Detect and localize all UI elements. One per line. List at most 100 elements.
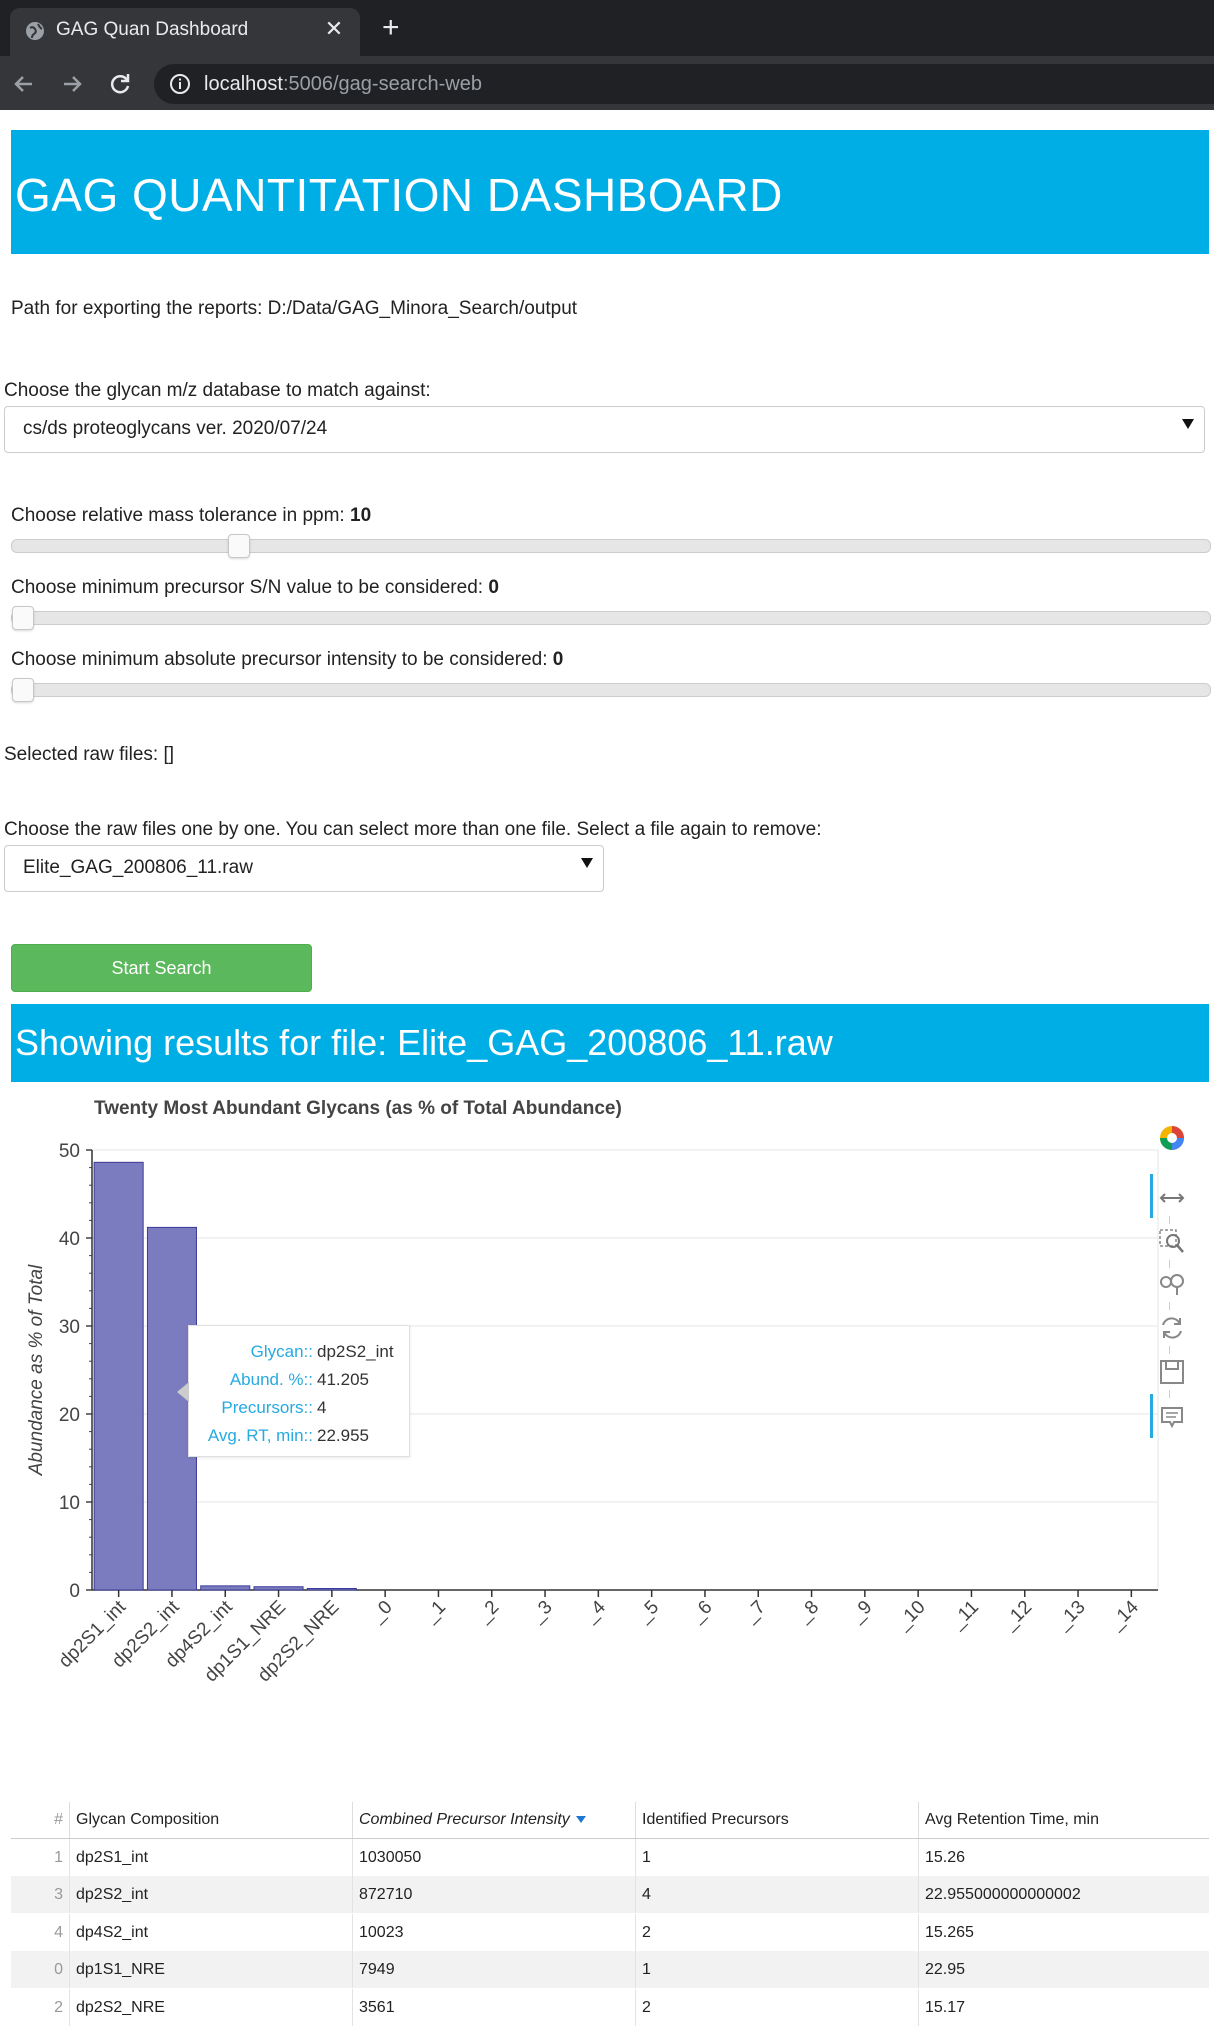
table-header: # Glycan Composition Combined Precursor … xyxy=(11,1802,1209,1839)
table-cell[interactable]: 7949 xyxy=(352,1951,635,1989)
box-zoom-icon[interactable] xyxy=(1158,1228,1186,1256)
table-cell[interactable]: 2 xyxy=(635,1988,918,2026)
new-tab-icon[interactable]: + xyxy=(382,13,400,43)
table-cell[interactable]: 15.265 xyxy=(918,1913,1209,1951)
x-tick-label: _9 xyxy=(846,1597,877,1628)
ppm-tolerance-slider[interactable] xyxy=(11,534,1211,558)
table-row[interactable]: 3 dp2S2_int 872710 4 22.955000000000002 xyxy=(11,1876,1209,1914)
results-title: Showing results for file: Elite_GAG_2008… xyxy=(15,1022,833,1063)
intensity-threshold-value: 0 xyxy=(552,649,564,670)
intensity-threshold-slider-handle[interactable] xyxy=(12,678,34,702)
ppm-tolerance-slider-handle[interactable] xyxy=(228,534,251,558)
column-header-precursors[interactable]: Identified Precursors xyxy=(635,1802,918,1838)
tooltip-row: Precursors:: 4 xyxy=(221,1398,327,1417)
table-cell[interactable]: 15.17 xyxy=(918,1988,1209,2026)
x-tick-label: _5 xyxy=(633,1597,664,1628)
column-header-index[interactable]: # xyxy=(11,1802,69,1838)
table-cell[interactable]: 1 xyxy=(635,1951,918,1989)
table-cell[interactable]: dp2S2_int xyxy=(69,1876,352,1914)
database-label: Choose the glycan m/z database to match … xyxy=(4,380,431,401)
x-tick-label: _13 xyxy=(1052,1597,1090,1635)
table-row[interactable]: 0 dp1S1_NRE 7949 1 22.95 xyxy=(11,1951,1209,1989)
y-tick-label: 40 xyxy=(59,1229,80,1250)
reload-icon[interactable] xyxy=(104,68,136,100)
x-tick-label: _11 xyxy=(946,1597,983,1634)
row-index-cell[interactable]: 2 xyxy=(11,1989,69,2026)
forward-icon[interactable] xyxy=(56,68,88,100)
tool-separator xyxy=(1169,1216,1170,1224)
ppm-tolerance-value: 10 xyxy=(350,505,372,526)
back-icon[interactable] xyxy=(8,68,40,100)
color-wheel-icon[interactable] xyxy=(1158,1124,1186,1152)
row-index-cell[interactable]: 0 xyxy=(11,1951,69,1988)
sn-threshold-slider-handle[interactable] xyxy=(12,606,34,630)
chevron-down-icon xyxy=(1182,419,1194,429)
reset-icon[interactable] xyxy=(1158,1314,1186,1342)
table-row[interactable]: 1 dp2S1_int 1030050 1 15.26 xyxy=(11,1839,1209,1876)
browser-tab[interactable]: GAG Quan Dashboard ✕ xyxy=(10,8,360,56)
table-cell[interactable]: 22.95 xyxy=(918,1951,1209,1989)
sort-desc-icon xyxy=(575,1816,586,1824)
table-cell[interactable]: 872710 xyxy=(352,1876,635,1914)
export-path-text: Path for exporting the reports: D:/Data/… xyxy=(11,298,578,319)
address-bar[interactable]: localhost:5006/gag-search-web xyxy=(154,64,1214,104)
x-tick-label: _0 xyxy=(366,1597,397,1628)
y-tick-label: 10 xyxy=(59,1493,80,1514)
hover-icon[interactable] xyxy=(1158,1404,1186,1432)
pan-icon[interactable] xyxy=(1158,1184,1186,1212)
active-tool-indicator xyxy=(1150,1394,1153,1438)
tooltip-pointer xyxy=(177,1382,189,1402)
raw-files-label: Choose the raw files one by one. You can… xyxy=(4,819,822,840)
table-cell[interactable]: dp4S2_int xyxy=(69,1913,352,1951)
x-tick-label: _3 xyxy=(526,1597,557,1628)
save-icon[interactable] xyxy=(1158,1358,1186,1386)
database-select[interactable]: cs/ds proteoglycans ver. 2020/07/24 xyxy=(4,406,1205,453)
table-cell[interactable]: 2 xyxy=(635,1913,918,1951)
x-tick-label: _2 xyxy=(473,1597,504,1628)
column-header-retention[interactable]: Avg Retention Time, min xyxy=(918,1802,1209,1838)
y-tick-label: 30 xyxy=(59,1317,80,1338)
column-header-glycan[interactable]: Glycan Composition xyxy=(69,1802,352,1838)
bar xyxy=(200,1585,251,1591)
x-tick-label: _12 xyxy=(998,1597,1036,1635)
tool-separator xyxy=(1169,1302,1170,1310)
table-cell[interactable]: 15.26 xyxy=(918,1839,1209,1876)
info-icon[interactable] xyxy=(168,72,192,96)
raw-file-select[interactable]: Elite_GAG_200806_11.raw xyxy=(4,845,604,892)
url-text: localhost:5006/gag-search-web xyxy=(204,73,482,95)
x-tick-label: _14 xyxy=(1105,1596,1143,1634)
page-title: GAG QUANTITATION DASHBOARD xyxy=(15,169,783,221)
active-tool-indicator xyxy=(1150,1174,1153,1218)
bar xyxy=(306,1588,357,1591)
y-tick-label: 20 xyxy=(59,1405,80,1426)
sn-threshold-slider[interactable] xyxy=(11,606,1211,630)
start-search-button[interactable]: Start Search xyxy=(11,944,312,992)
table-row[interactable]: 4 dp4S2_int 10023 2 15.265 xyxy=(11,1913,1209,1951)
sn-threshold-label: Choose minimum precursor S/N value to be… xyxy=(11,577,499,598)
table-cell[interactable]: dp1S1_NRE xyxy=(69,1951,352,1989)
table-cell[interactable]: 1 xyxy=(635,1839,918,1876)
intensity-threshold-label: Choose minimum absolute precursor intens… xyxy=(11,649,564,670)
tool-separator xyxy=(1169,1346,1170,1354)
table-row[interactable]: 2 dp2S2_NRE 3561 2 15.17 xyxy=(11,1988,1209,2026)
abundance-bar-chart[interactable]: 01020304050Abundance as % of Totaldp2S1_… xyxy=(0,1110,1160,1790)
x-tick-label: _10 xyxy=(892,1597,930,1635)
table-cell[interactable]: dp2S2_NRE xyxy=(69,1988,352,2026)
table-cell[interactable]: 1030050 xyxy=(352,1839,635,1876)
tool-separator xyxy=(1169,1390,1170,1398)
globe-icon xyxy=(26,22,44,40)
intensity-threshold-slider[interactable] xyxy=(11,678,1211,702)
page-content: GAG QUANTITATION DASHBOARD Path for expo… xyxy=(0,110,1214,2026)
column-header-intensity[interactable]: Combined Precursor Intensity xyxy=(352,1802,635,1838)
table-cell[interactable]: 22.955000000000002 xyxy=(918,1876,1209,1914)
table-cell[interactable]: dp2S1_int xyxy=(69,1839,352,1876)
table-cell[interactable]: 3561 xyxy=(352,1988,635,2026)
close-tab-icon[interactable]: ✕ xyxy=(322,17,346,41)
table-cell[interactable]: 4 xyxy=(635,1876,918,1914)
row-index-cell[interactable]: 1 xyxy=(11,1839,69,1876)
wheel-zoom-icon[interactable] xyxy=(1158,1270,1186,1298)
row-index-cell[interactable]: 4 xyxy=(11,1914,69,1951)
table-cell[interactable]: 10023 xyxy=(352,1913,635,1951)
tooltip-row: Abund. %:: 41.205 xyxy=(229,1370,369,1389)
row-index-cell[interactable]: 3 xyxy=(11,1876,69,1913)
